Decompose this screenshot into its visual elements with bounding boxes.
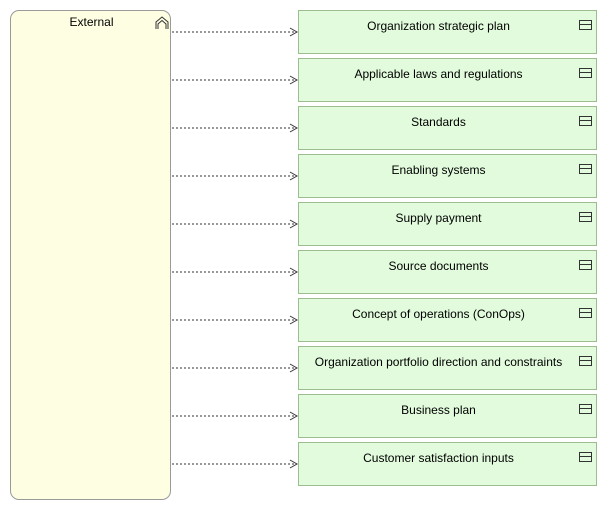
artifact-box[interactable]: Business plan xyxy=(298,394,597,438)
artifact-label: Organization portfolio direction and con… xyxy=(314,355,563,369)
artifact-label: Organization strategic plan xyxy=(367,19,510,33)
artifact-box[interactable]: Organization portfolio direction and con… xyxy=(298,346,597,390)
artifact-label: Applicable laws and regulations xyxy=(354,67,523,81)
object-icon xyxy=(579,68,592,78)
object-icon xyxy=(579,404,592,414)
object-icon xyxy=(579,260,592,270)
object-icon xyxy=(579,212,592,222)
object-icon xyxy=(579,164,592,174)
artifact-box[interactable]: Organization strategic plan xyxy=(298,10,597,54)
artifact-box[interactable]: Supply payment xyxy=(298,202,597,246)
artifact-box[interactable]: Applicable laws and regulations xyxy=(298,58,597,102)
artifact-label: Enabling systems xyxy=(391,163,486,177)
object-icon xyxy=(579,308,592,318)
object-icon xyxy=(579,116,592,126)
object-icon xyxy=(579,452,592,462)
artifact-label: Customer satisfaction inputs xyxy=(363,451,514,465)
object-icon xyxy=(579,20,592,30)
artifact-label: Business plan xyxy=(401,403,476,417)
artifact-box[interactable]: Standards xyxy=(298,106,597,150)
artifact-box[interactable]: Enabling systems xyxy=(298,154,597,198)
artifact-label: Source documents xyxy=(388,259,489,273)
artifact-label: Standards xyxy=(411,115,466,129)
artifact-box[interactable]: Source documents xyxy=(298,250,597,294)
artifact-label: Supply payment xyxy=(395,211,482,225)
artifact-box[interactable]: Customer satisfaction inputs xyxy=(298,442,597,486)
artifact-box[interactable]: Concept of operations (ConOps) xyxy=(298,298,597,342)
artifact-label: Concept of operations (ConOps) xyxy=(352,307,525,321)
object-icon xyxy=(579,356,592,366)
